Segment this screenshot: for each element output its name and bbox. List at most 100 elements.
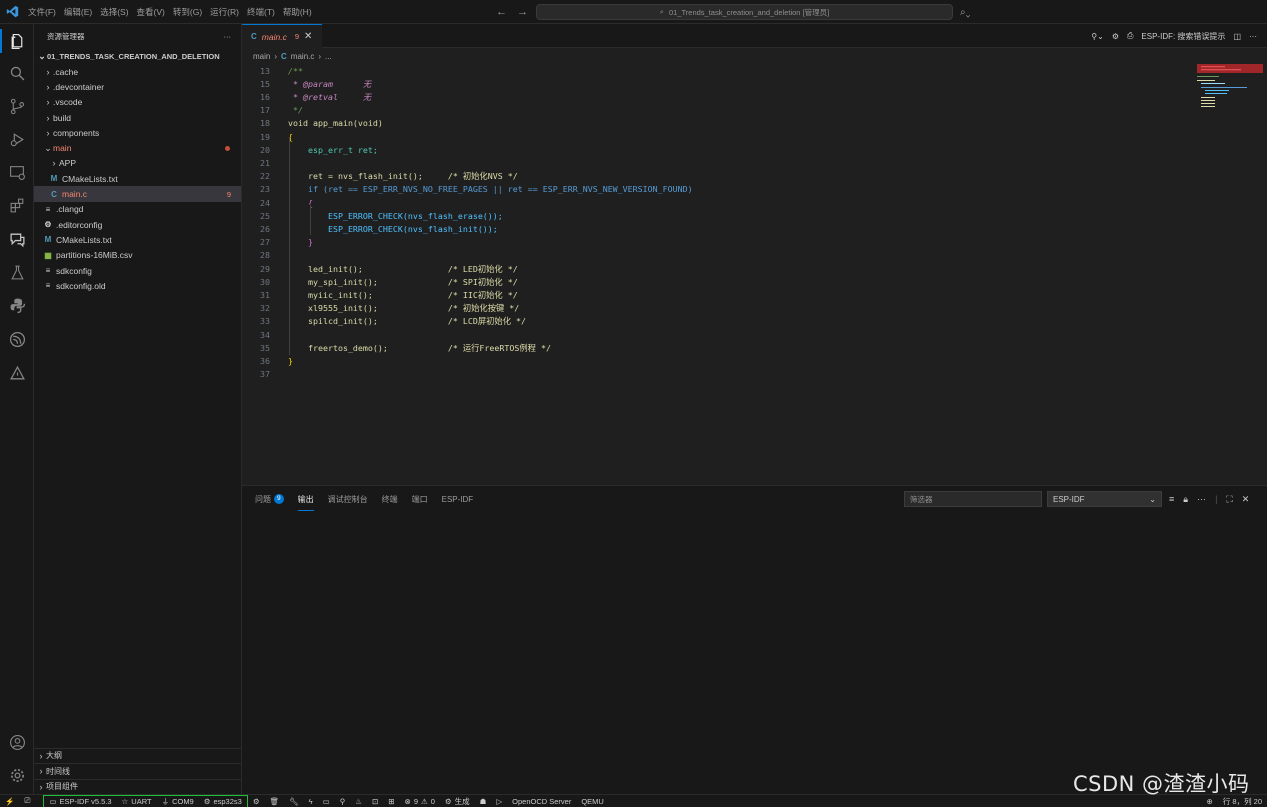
code-line: 17 */ — [242, 104, 1197, 117]
line-number: 27 — [260, 237, 270, 248]
remote-explorer-icon[interactable] — [0, 157, 34, 187]
flash-icon[interactable]: ϟ — [304, 795, 318, 807]
tree-file-cmakelists-main[interactable]: M CMakeLists.txt — [34, 171, 241, 186]
close-panel-icon[interactable]: ✕ — [1242, 494, 1250, 505]
tree-file-sdkconfig[interactable]: ≡ sdkconfig — [34, 263, 241, 278]
search-error-hint-label[interactable]: ESP-IDF: 搜索错误提示 — [1141, 31, 1225, 42]
filter-placeholder: 筛选器 — [910, 494, 933, 504]
line-number: 18 — [260, 118, 270, 129]
tree-file-partitions-csv[interactable]: ▦ partitions-16MiB.csv — [34, 248, 241, 263]
tab-output[interactable]: 输出 — [297, 494, 314, 511]
more-actions-icon[interactable]: ··· — [1249, 32, 1257, 41]
tree-file-main-c[interactable]: C main.c 9 — [34, 186, 241, 202]
python-icon[interactable] — [0, 290, 34, 320]
breadcrumb-symbol[interactable]: ... — [325, 52, 332, 61]
menu-go[interactable]: 转到(G) — [169, 0, 206, 24]
breadcrumb-folder[interactable]: main — [253, 52, 270, 61]
terminal-icon[interactable]: ⊡ — [367, 795, 383, 807]
tab-debug-console[interactable]: 调试控制台 — [328, 494, 368, 505]
menu-view[interactable]: 查看(V) — [133, 0, 169, 24]
plug-icon: ⏚ — [161, 796, 170, 806]
port-label: COM9 — [172, 796, 194, 806]
debug-icon[interactable]: ⚲ — [335, 795, 351, 807]
maximize-panel-icon[interactable]: ⛶ — [1226, 494, 1232, 505]
tree-folder-main[interactable]: ⌄ main — [34, 140, 241, 155]
run-dropdown-icon[interactable]: ⚲⌄ — [1091, 32, 1104, 41]
project-components-section[interactable]: › 项目组件 — [34, 778, 242, 795]
tree-folder-devcontainer[interactable]: › .devcontainer — [34, 79, 241, 94]
tree-folder-components[interactable]: › components — [34, 125, 241, 140]
output-filter-input[interactable]: 筛选器 — [904, 491, 1042, 507]
search-error-hint-icon[interactable]: ⎙ — [1127, 31, 1133, 41]
code-editor[interactable]: 13 /** 15 * @param 无 16 * @retval 无 17 */… — [242, 64, 1197, 484]
testing-icon[interactable] — [0, 257, 34, 287]
menu-help[interactable]: 帮助(H) — [279, 0, 316, 24]
tree-file-sdkconfig-old[interactable]: ≡ sdkconfig.old — [34, 278, 241, 293]
more-actions-icon[interactable]: ··· — [1197, 494, 1206, 504]
close-icon[interactable]: ✕ — [304, 31, 312, 42]
extensions-icon[interactable] — [0, 190, 34, 220]
tab-esp-idf[interactable]: ESP-IDF — [442, 495, 474, 504]
menu-terminal[interactable]: 终端(T) — [243, 0, 279, 24]
tab-problems[interactable]: 问题 9 — [255, 494, 284, 505]
tree-folder-vscode[interactable]: › .vscode — [34, 95, 241, 110]
breadcrumb-file[interactable]: main.c — [291, 52, 315, 61]
gear-icon[interactable]: ⚙ — [1112, 32, 1119, 41]
back-arrow-icon[interactable]: ← — [496, 6, 507, 18]
lock-icon[interactable]: 🔒︎ — [1183, 494, 1188, 505]
menu-edit[interactable]: 编辑(E) — [60, 0, 96, 24]
minimap[interactable] — [1197, 64, 1267, 484]
settings-gear-icon[interactable] — [0, 760, 34, 790]
idf-version-button[interactable]: ▭ ESP-IDF v5.5.3 — [44, 795, 116, 807]
timeline-section[interactable]: › 时间线 — [34, 763, 242, 779]
tree-file-editorconfig[interactable]: ⚙ .editorconfig — [34, 217, 241, 232]
play-icon[interactable]: ▷ — [491, 795, 507, 807]
gear-file-icon: ⚙ — [44, 220, 52, 230]
qemu-button[interactable]: QEMU — [576, 795, 609, 807]
tree-file-clangd[interactable]: ≡ .clangd — [34, 202, 241, 217]
clear-output-icon[interactable]: ≡ — [1169, 494, 1174, 504]
outline-section[interactable]: › 大纲 — [34, 747, 242, 764]
wrench-icon[interactable]: 🔧︎ — [284, 795, 304, 807]
more-actions-icon[interactable]: ··· — [224, 32, 232, 41]
chevron-right-icon: › — [46, 97, 50, 108]
tab-main-c[interactable]: C main.c 9 ✕ — [242, 24, 322, 48]
fire-icon[interactable]: ♨ — [350, 795, 367, 807]
explorer-icon[interactable] — [0, 26, 34, 56]
tree-folder-cache[interactable]: › .cache — [34, 64, 241, 79]
menu-run[interactable]: 运行(R) — [206, 0, 243, 24]
source-control-icon[interactable] — [0, 91, 34, 121]
flash-method-button[interactable]: ☆ UART — [117, 795, 157, 807]
trash-icon[interactable]: 🗑︎ — [265, 795, 285, 807]
menu-selection[interactable]: 选择(S) — [96, 0, 132, 24]
bug-icon[interactable]: ☗ — [475, 795, 492, 807]
chat-icon[interactable] — [0, 224, 34, 254]
menuconfig-icon[interactable]: ⚙ — [248, 795, 265, 807]
device-icon[interactable]: ⎚ — [19, 795, 35, 807]
run-debug-icon[interactable] — [0, 124, 34, 154]
espressif-icon[interactable] — [0, 324, 34, 354]
port-button[interactable]: ⏚ COM9 — [157, 795, 199, 807]
search-view-icon[interactable] — [0, 58, 34, 88]
account-icon[interactable] — [0, 727, 34, 757]
command-center-search[interactable]: ⌕ 01_Trends_task_creation_and_deletion [… — [536, 4, 953, 20]
output-channel-select[interactable]: ESP-IDF ⌄ — [1047, 491, 1162, 507]
split-editor-icon[interactable]: ◫ — [1233, 32, 1241, 41]
tab-terminal[interactable]: 终端 — [382, 494, 398, 505]
tree-file-cmakelists-root[interactable]: M CMakeLists.txt — [34, 232, 241, 247]
tree-folder-app[interactable]: › APP — [34, 156, 241, 171]
remote-icon[interactable]: ⚡ — [0, 795, 19, 807]
forward-arrow-icon[interactable]: → — [517, 6, 528, 18]
build-flash-monitor-icon[interactable]: ⊞ — [383, 795, 399, 807]
project-folder-header[interactable]: ⌄ 01_TRENDS_TASK_CREATION_AND_DELETION — [34, 48, 241, 64]
monitor-icon[interactable]: ▭ — [318, 795, 335, 807]
tree-folder-build[interactable]: › build — [34, 110, 241, 125]
tab-ports[interactable]: 端口 — [412, 494, 428, 505]
openocd-button[interactable]: OpenOCD Server — [507, 795, 576, 807]
idf-explorer-icon[interactable] — [0, 358, 34, 388]
build-button[interactable]: ⚙ 生成 — [440, 795, 475, 807]
problems-status-button[interactable]: ⊗ 9 ⚠ 0 — [400, 795, 440, 807]
copilot-icon[interactable]: ⌕⌄ — [960, 0, 970, 24]
target-button[interactable]: ⚙ esp32s3 — [199, 795, 247, 807]
menu-file[interactable]: 文件(F) — [24, 0, 60, 24]
